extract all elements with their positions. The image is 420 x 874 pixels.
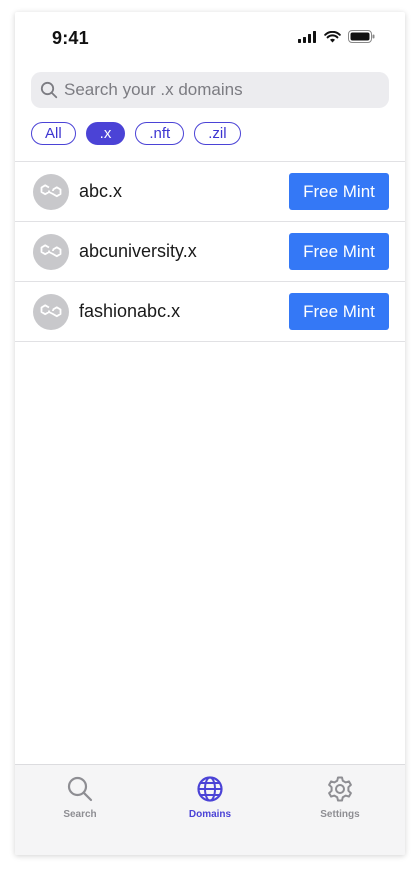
polygon-logo-icon <box>33 293 69 330</box>
tab-settings[interactable]: Settings <box>290 775 390 820</box>
status-time: 9:41 <box>52 28 89 48</box>
filter-chip-zil[interactable]: .zil <box>194 122 241 145</box>
polygon-logo-icon <box>33 173 69 210</box>
tab-search[interactable]: Search <box>30 775 130 820</box>
filter-chip-all[interactable]: All <box>31 122 76 145</box>
search-icon <box>40 81 58 99</box>
cellular-signal-icon <box>298 30 316 43</box>
domain-row[interactable]: abc.x Free Mint <box>15 162 405 222</box>
free-mint-button[interactable]: Free Mint <box>289 173 389 210</box>
tab-label: Domains <box>188 809 232 820</box>
filter-chips: All .x .nft .zil <box>31 122 241 145</box>
tab-label: Search <box>63 809 97 820</box>
battery-icon <box>348 30 375 43</box>
free-mint-button[interactable]: Free Mint <box>289 233 389 270</box>
domain-name: abc.x <box>79 181 123 201</box>
search-input[interactable] <box>64 80 364 100</box>
wifi-icon <box>324 30 341 42</box>
free-mint-button[interactable]: Free Mint <box>289 293 389 330</box>
polygon-logo-icon <box>33 233 69 270</box>
status-bar: 9:41 <box>15 12 405 62</box>
domain-name: abcuniversity.x <box>79 241 197 261</box>
filter-chip-nft[interactable]: .nft <box>135 122 185 145</box>
status-icons <box>298 30 375 43</box>
gear-icon <box>328 776 352 802</box>
domain-row[interactable]: abcuniversity.x Free Mint <box>15 222 405 282</box>
domain-name: fashionabc.x <box>79 301 181 321</box>
app-screen: 9:41 All <box>15 12 405 855</box>
tab-domains[interactable]: Domains <box>160 775 260 820</box>
tab-label: Settings <box>320 809 360 820</box>
globe-icon <box>197 776 223 802</box>
search-icon <box>67 776 93 802</box>
search-bar[interactable] <box>31 72 389 108</box>
filter-chip-x[interactable]: .x <box>85 122 126 145</box>
tab-bar: Search Domains Settings <box>15 764 405 855</box>
domain-row[interactable]: fashionabc.x Free Mint <box>15 282 405 342</box>
domain-list: abc.x Free Mint abcuniversity.x Free Min… <box>15 161 405 342</box>
